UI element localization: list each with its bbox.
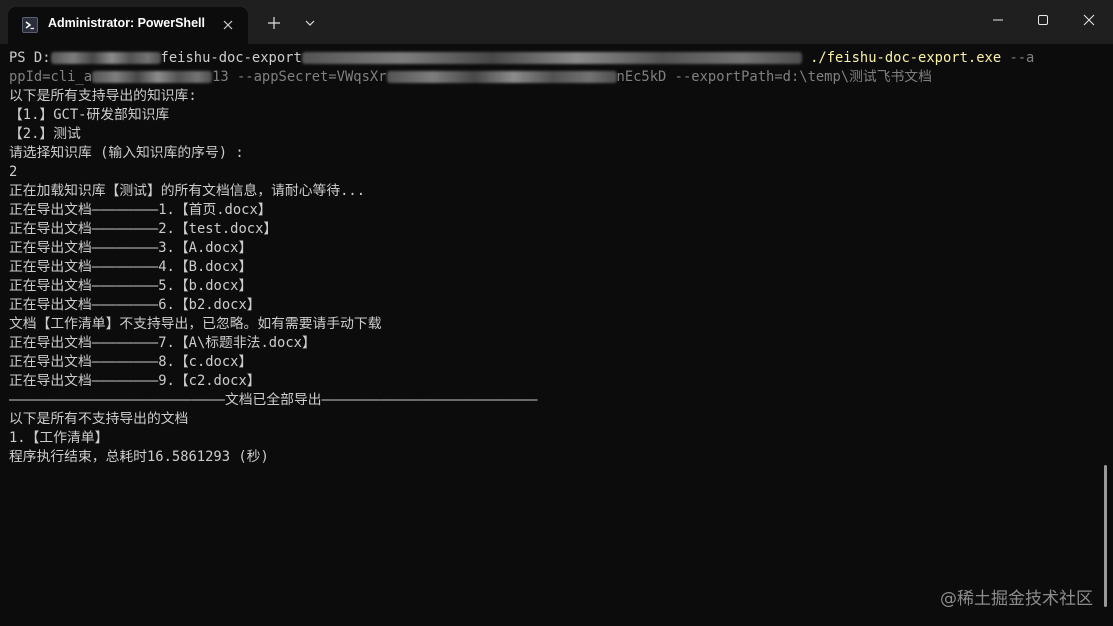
tab-title: Administrator: PowerShell	[48, 16, 205, 30]
tab-powershell[interactable]: Administrator: PowerShell	[8, 7, 248, 44]
output-line: 正在导出文档————————6.【b2.docx】	[9, 297, 261, 313]
path-part: feishu-doc-export	[160, 50, 302, 66]
redacted-secret	[386, 71, 617, 83]
minimize-icon	[993, 19, 1003, 21]
redacted-appid	[92, 71, 213, 83]
output-line: 【1.】GCT-研发部知识库	[9, 107, 170, 123]
output-line: 正在加载知识库【测试】的所有文档信息，请耐心等待...	[9, 183, 366, 199]
command-line-1: PS D: feishu-doc-export ./feishu-doc-expo…	[9, 49, 1034, 68]
command-line-2: ppId=cli_a 13 --appSecret=VWqsXr nEc5kD --…	[9, 68, 932, 87]
arg-appid: ppId=cli_a	[9, 69, 93, 85]
new-tab-button[interactable]	[262, 11, 286, 35]
chevron-down-icon	[305, 20, 315, 26]
output-line: 正在导出文档————————3.【A.docx】	[9, 240, 253, 256]
maximize-icon	[1038, 15, 1048, 25]
watermark: @稀土掘金技术社区	[940, 589, 1093, 609]
output-line: 文档【工作清单】不支持导出，已忽略。如有需要请手动下载	[9, 316, 382, 332]
output-line: 正在导出文档————————9.【c2.docx】	[9, 373, 261, 389]
scrollbar[interactable]	[1104, 465, 1107, 607]
output-line: 程序执行结束，总耗时16.5861293 (秒)	[9, 449, 269, 465]
output-line: 以下是所有不支持导出的文档	[9, 411, 189, 427]
title-bar[interactable]: Administrator: PowerShell	[0, 0, 1113, 44]
output-line: 请选择知识库 (输入知识库的序号) :	[9, 145, 244, 161]
plus-icon	[268, 17, 280, 29]
output-line: 正在导出文档————————1.【首页.docx】	[9, 202, 272, 218]
output-line: 1.【工作清单】	[9, 430, 109, 446]
terminal-window: Administrator: PowerShell PS D: feishu-d…	[0, 0, 1113, 626]
arg-secret: 13 --appSecret=VWqsXr	[212, 69, 387, 85]
exe-name: ./feishu-doc-export.exe	[810, 50, 1002, 66]
output-line: 正在导出文档————————2.【test.docx】	[9, 221, 278, 237]
prompt: PS D:	[9, 50, 51, 66]
minimize-button[interactable]	[978, 6, 1018, 34]
output-line: ——————————————————————————文档已全部导出———————…	[9, 392, 538, 408]
powershell-icon	[22, 17, 38, 33]
output-line: 正在导出文档————————8.【c.docx】	[9, 354, 253, 370]
tab-close-icon[interactable]	[218, 15, 238, 35]
terminal-output[interactable]: PS D: feishu-doc-export ./feishu-doc-expo…	[0, 44, 1113, 626]
close-icon	[1083, 14, 1095, 26]
arg-export-path: nEc5kD --exportPath=d:\temp\测试飞书文档	[616, 69, 932, 85]
output-line: 2	[9, 164, 18, 180]
redacted-path-1	[50, 52, 161, 64]
tab-dropdown-button[interactable]	[298, 11, 322, 35]
close-button[interactable]	[1069, 6, 1109, 34]
output-line: 正在导出文档————————7.【A\标题非法.docx】	[9, 335, 316, 351]
output-line: 以下是所有支持导出的知识库:	[9, 88, 197, 104]
output-line: 【2.】测试	[9, 126, 81, 142]
redacted-path-2	[301, 52, 802, 64]
output-line: 正在导出文档————————4.【B.docx】	[9, 259, 253, 275]
output-line: 正在导出文档————————5.【b.docx】	[9, 278, 253, 294]
arg-1: --a	[1001, 50, 1035, 66]
maximize-button[interactable]	[1023, 6, 1063, 34]
